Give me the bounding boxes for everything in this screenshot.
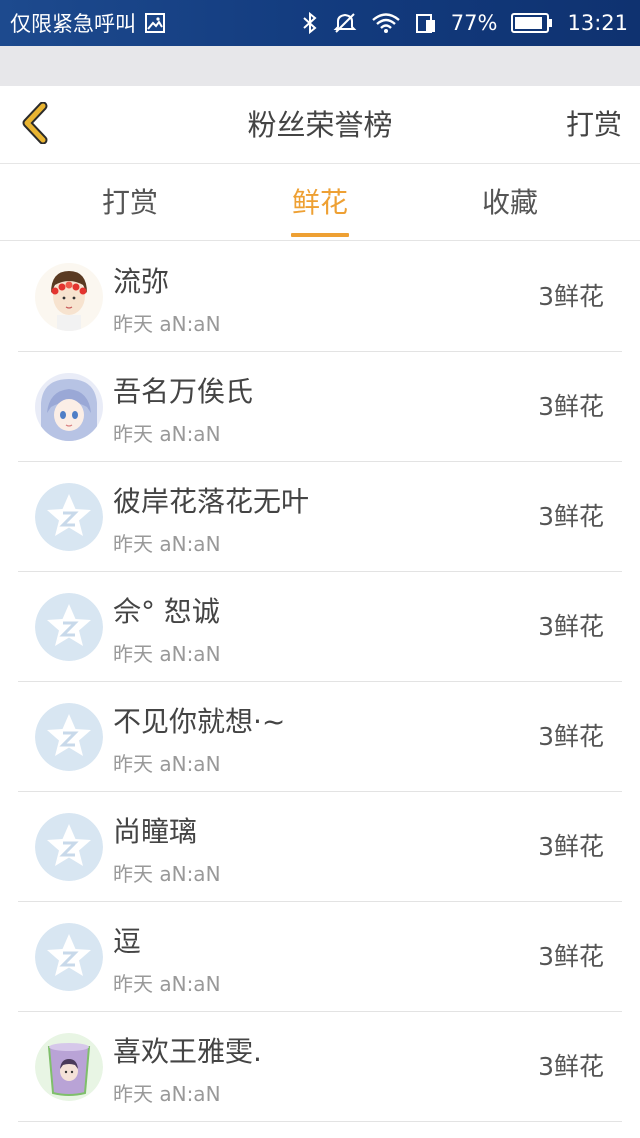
fan-name: 尚瞳璃 [113, 815, 198, 848]
list-item[interactable]: 佘° 恕诚 昨天 aN:aN 3鲜花 [18, 572, 622, 682]
fan-time: 昨天 aN:aN [113, 752, 221, 776]
header-bar: 粉丝荣誉榜 打赏 [0, 86, 640, 164]
fan-time: 昨天 aN:aN [113, 1082, 221, 1106]
clock: 13:21 [567, 11, 628, 35]
flower-count: 3鲜花 [538, 282, 604, 311]
active-tab-indicator [291, 233, 349, 237]
fan-name: 彼岸花落花无叶 [113, 485, 310, 518]
list-item[interactable]: 逗 昨天 aN:aN 3鲜花 [18, 902, 622, 1012]
fan-name: 吾名万俟氏 [113, 375, 254, 408]
flower-count: 3鲜花 [538, 832, 604, 861]
list-item[interactable]: 不见你就想·~ 昨天 aN:aN 3鲜花 [18, 682, 622, 792]
default-star-avatar [35, 483, 103, 551]
flower-count: 3鲜花 [538, 392, 604, 421]
photo-girl-avatar [35, 263, 103, 331]
page-title: 粉丝荣誉榜 [247, 108, 393, 142]
mute-icon [333, 11, 357, 35]
carrier-text: 仅限紧急呼叫 [10, 12, 136, 36]
list-item[interactable]: 尚瞳璃 昨天 aN:aN 3鲜花 [18, 792, 622, 902]
back-button[interactable] [14, 101, 56, 148]
list-item[interactable]: 吾名万俟氏 昨天 aN:aN 3鲜花 [18, 352, 622, 462]
tab-flowers[interactable]: 鲜花 [250, 165, 390, 241]
cup-avatar [35, 1033, 103, 1101]
flower-count: 3鲜花 [538, 722, 604, 751]
bluetooth-icon [301, 11, 319, 35]
fan-time: 昨天 aN:aN [113, 312, 221, 336]
list-item[interactable]: 喜欢王雅雯. 昨天 aN:aN 3鲜花 [18, 1012, 622, 1122]
fan-name: 逗 [113, 925, 142, 958]
flower-count: 3鲜花 [538, 1052, 604, 1081]
fan-time: 昨天 aN:aN [113, 422, 221, 446]
fan-time: 昨天 aN:aN [113, 972, 221, 996]
tab-favorites[interactable]: 收藏 [440, 165, 580, 241]
tab-label: 收藏 [481, 186, 538, 219]
fan-list: 流弥 昨天 aN:aN 3鲜花 吾名万俟氏 昨天 aN:aN 3鲜花 彼岸花落花… [0, 242, 640, 1122]
fan-name: 喜欢王雅雯. [113, 1035, 262, 1068]
tab-reward[interactable]: 打赏 [60, 165, 200, 241]
status-bar: 仅限紧急呼叫 77% 13:21 [0, 0, 640, 46]
default-star-avatar [35, 593, 103, 661]
chevron-left-icon [19, 101, 51, 148]
flower-count: 3鲜花 [538, 502, 604, 531]
image-icon [144, 12, 166, 34]
default-star-avatar [35, 923, 103, 991]
tab-label: 鲜花 [291, 186, 348, 219]
top-spacer [0, 46, 640, 86]
battery-icon [511, 12, 553, 34]
fan-name: 流弥 [113, 265, 170, 298]
anime-avatar [35, 373, 103, 441]
tab-label: 打赏 [101, 186, 158, 219]
list-item[interactable]: 流弥 昨天 aN:aN 3鲜花 [18, 242, 622, 352]
default-star-avatar [35, 813, 103, 881]
fan-time: 昨天 aN:aN [113, 862, 221, 886]
fan-time: 昨天 aN:aN [113, 642, 221, 666]
list-item[interactable]: 彼岸花落花无叶 昨天 aN:aN 3鲜花 [18, 462, 622, 572]
battery-percent: 77% [450, 11, 498, 35]
fan-time: 昨天 aN:aN [113, 532, 221, 556]
wifi-icon [371, 12, 401, 34]
sim-icon [415, 12, 437, 34]
fan-name: 不见你就想·~ [113, 705, 286, 738]
fan-name: 佘° 恕诚 [113, 595, 220, 628]
tab-bar: 打赏 鲜花 收藏 [0, 165, 640, 241]
default-star-avatar [35, 703, 103, 771]
flower-count: 3鲜花 [538, 612, 604, 641]
flower-count: 3鲜花 [538, 942, 604, 971]
reward-button[interactable]: 打赏 [566, 86, 622, 164]
